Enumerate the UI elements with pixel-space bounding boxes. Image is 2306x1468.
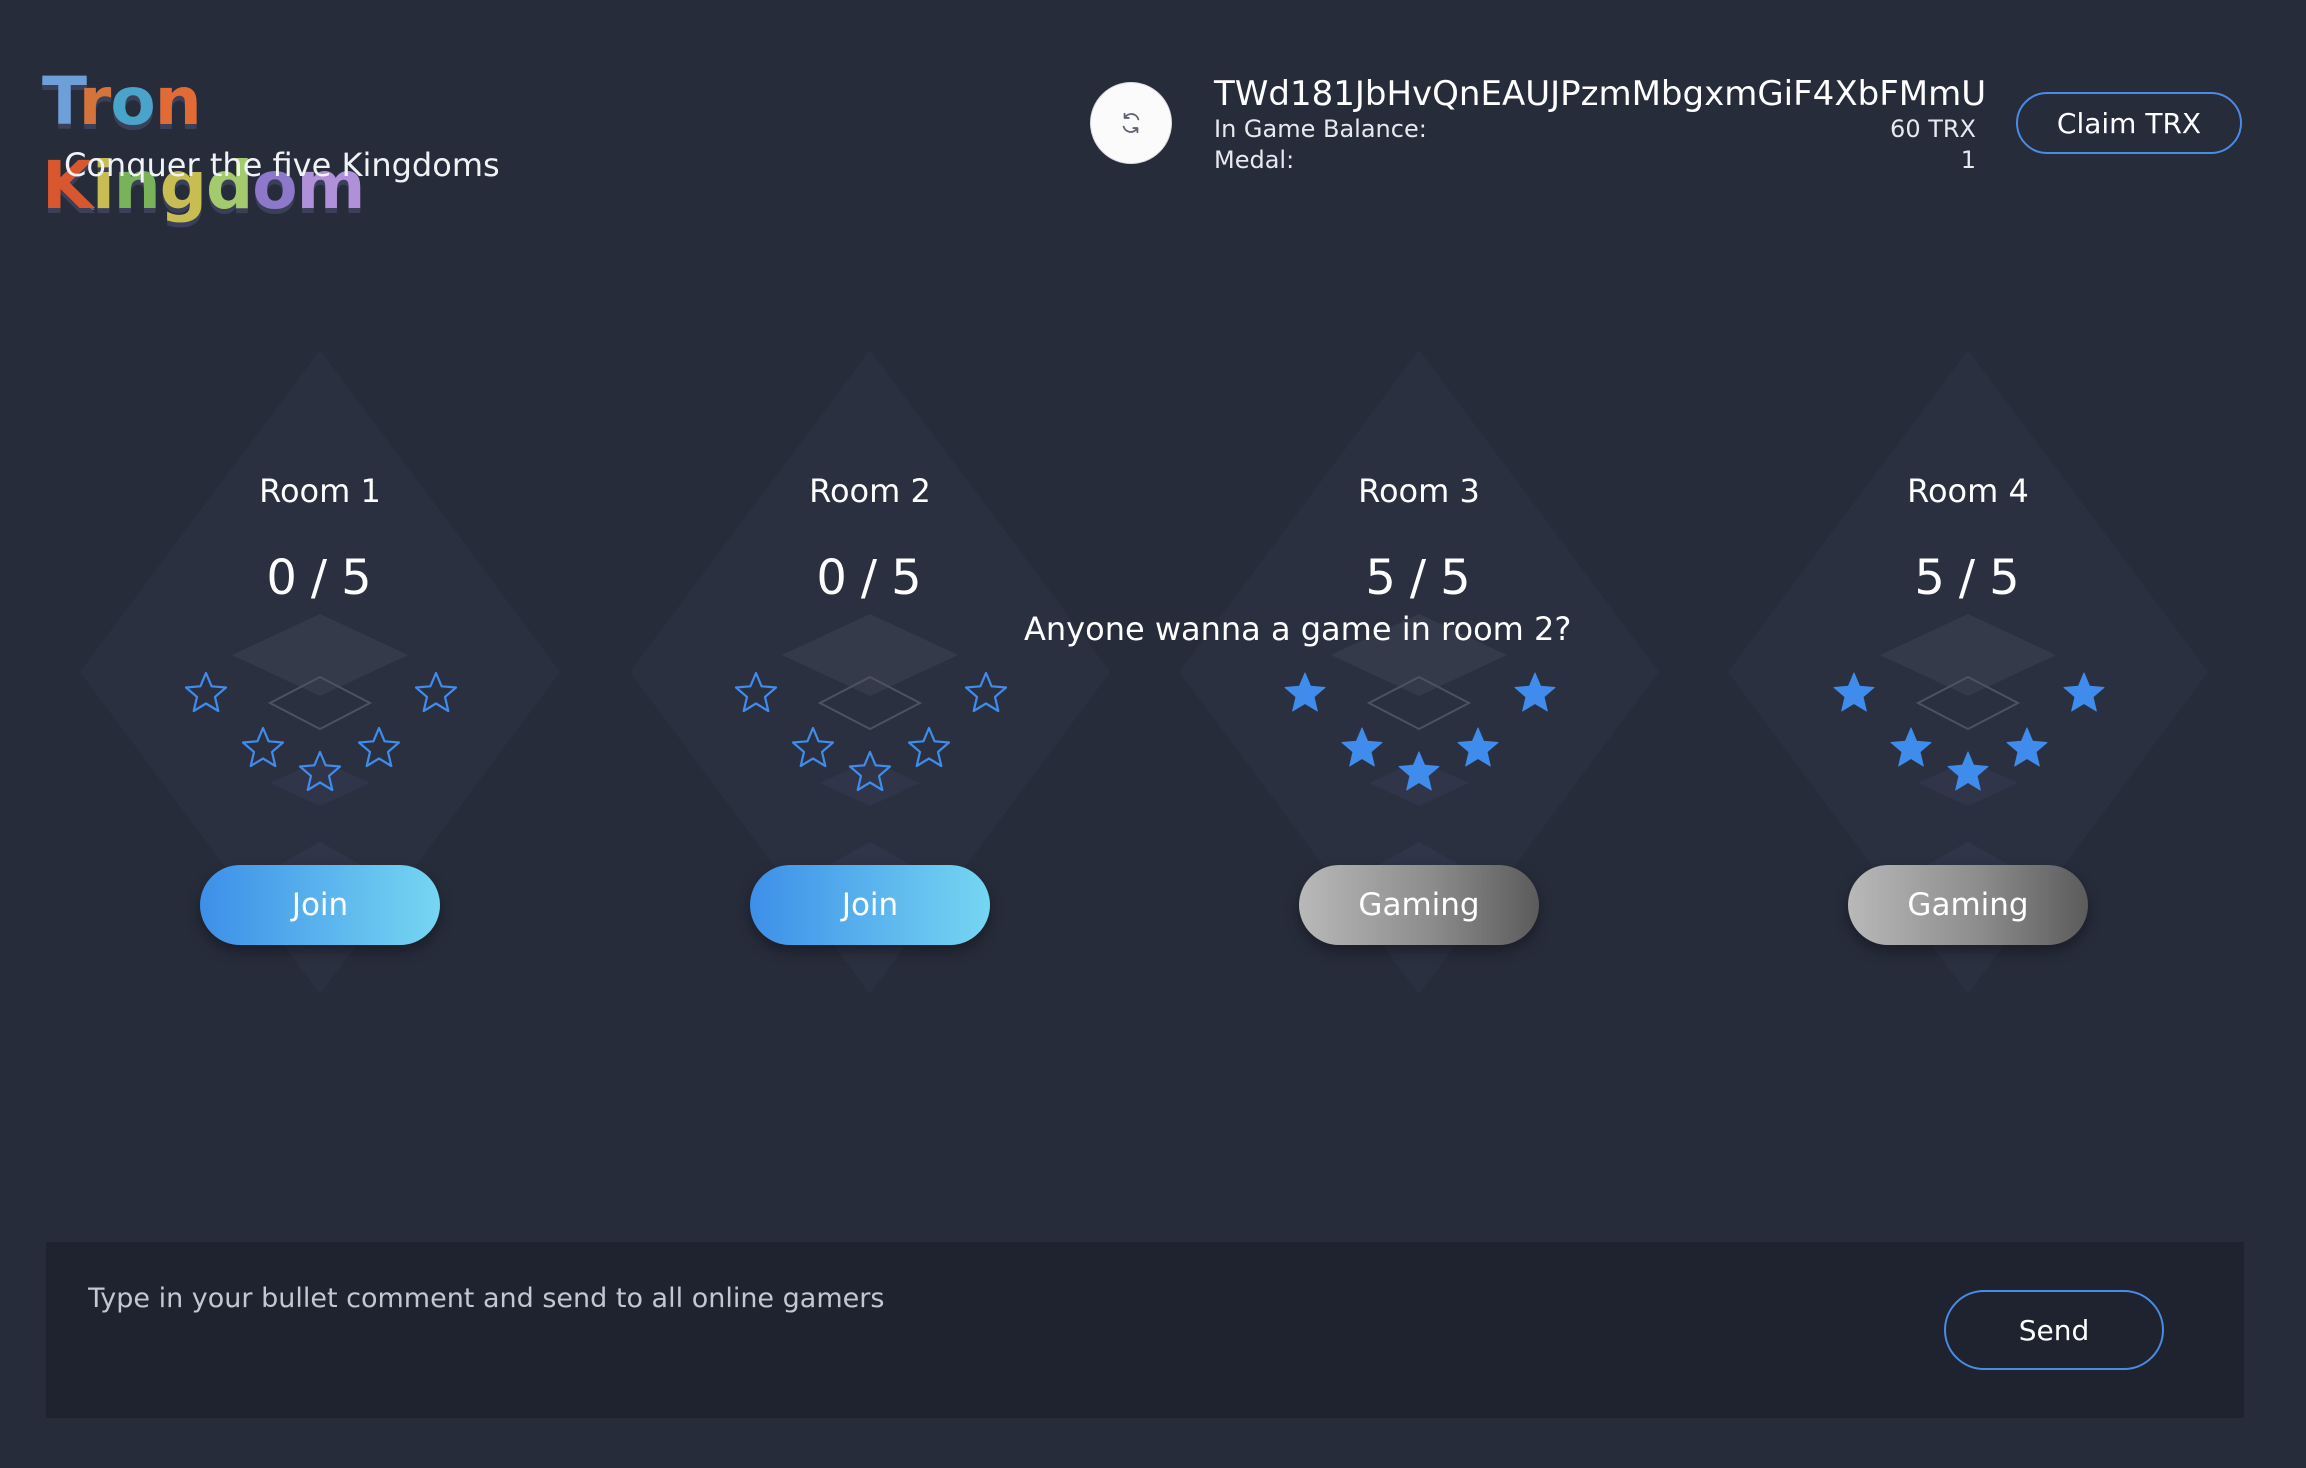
refresh-button[interactable] xyxy=(1090,82,1172,164)
room-current: 0 xyxy=(266,550,299,606)
room-capacity: 5 xyxy=(1440,550,1473,606)
claim-trx-button[interactable]: Claim TRX xyxy=(2016,92,2242,154)
star-outline-icon xyxy=(964,671,1008,713)
room-capacity: 5 xyxy=(1989,550,2022,606)
room-capacity: 5 xyxy=(891,550,924,606)
count-separator: / xyxy=(860,550,880,606)
room-card: Room 2 0/5 Join xyxy=(620,330,1120,1020)
star-filled-icon xyxy=(1514,672,1556,712)
star-outline-icon xyxy=(357,726,401,768)
send-button[interactable]: Send xyxy=(1944,1290,2164,1370)
balance-value: 60 TRX xyxy=(1890,115,1976,143)
star-filled-icon xyxy=(1833,672,1875,712)
star-filled-icon xyxy=(1341,727,1383,767)
star-filled-icon xyxy=(2063,672,2105,712)
room-title: Room 3 xyxy=(1358,472,1480,510)
room-card: Room 1 0/5 Join xyxy=(70,330,570,1020)
star-outline-icon xyxy=(907,726,951,768)
medal-row: Medal: 1 xyxy=(1214,145,1976,176)
star-filled-icon xyxy=(1284,672,1326,712)
refresh-icon xyxy=(1122,112,1140,134)
room-current: 5 xyxy=(1365,550,1398,606)
gaming-status-button[interactable]: Gaming xyxy=(1848,865,2088,945)
balance-row: In Game Balance: 60 TRX xyxy=(1214,114,1976,145)
room-occupancy: 5/5 xyxy=(1718,550,2218,606)
star-outline-icon xyxy=(298,750,342,792)
tagline: Conquer the five Kingdoms xyxy=(64,146,500,184)
star-outline-icon xyxy=(184,671,228,713)
star-filled-icon xyxy=(1947,751,1989,791)
comment-bar: Send xyxy=(46,1242,2244,1418)
room-title: Room 2 xyxy=(809,472,931,510)
account-info: TWd181JbHvQnEAUJPzmMbgxmGiF4XbFMmU In Ga… xyxy=(1214,74,1987,176)
count-separator: / xyxy=(1409,550,1429,606)
room-title: Room 1 xyxy=(259,472,381,510)
room-card: Room 4 5/5 Gaming xyxy=(1718,330,2218,1020)
room-current: 0 xyxy=(816,550,849,606)
join-button[interactable]: Join xyxy=(200,865,440,945)
tron-kingdom-logo: Tron Kingdom xyxy=(42,63,365,224)
balance-label: In Game Balance: xyxy=(1214,115,1427,143)
bullet-comment-input[interactable] xyxy=(86,1262,1890,1334)
star-filled-icon xyxy=(2006,727,2048,767)
star-outline-icon xyxy=(241,726,285,768)
gaming-status-button[interactable]: Gaming xyxy=(1299,865,1539,945)
star-outline-icon xyxy=(791,726,835,768)
count-separator: / xyxy=(1958,550,1978,606)
star-filled-icon xyxy=(1457,727,1499,767)
star-outline-icon xyxy=(848,750,892,792)
room-current: 5 xyxy=(1914,550,1947,606)
room-occupancy: 0/5 xyxy=(620,550,1120,606)
join-button[interactable]: Join xyxy=(750,865,990,945)
star-filled-icon xyxy=(1398,751,1440,791)
room-card: Room 3 5/5 Gaming xyxy=(1169,330,1669,1020)
star-filled-icon xyxy=(1890,727,1932,767)
room-occupancy: 0/5 xyxy=(70,550,570,606)
medal-value: 1 xyxy=(1960,146,1976,174)
star-outline-icon xyxy=(414,671,458,713)
star-outline-icon xyxy=(734,671,778,713)
wallet-address: TWd181JbHvQnEAUJPzmMbgxmGiF4XbFMmU xyxy=(1214,74,1987,114)
medal-label: Medal: xyxy=(1214,146,1295,174)
room-capacity: 5 xyxy=(341,550,374,606)
count-separator: / xyxy=(310,550,330,606)
room-occupancy: 5/5 xyxy=(1169,550,1669,606)
room-title: Room 4 xyxy=(1907,472,2029,510)
bullet-comment: Anyone wanna a game in room 2? xyxy=(1024,610,1572,648)
